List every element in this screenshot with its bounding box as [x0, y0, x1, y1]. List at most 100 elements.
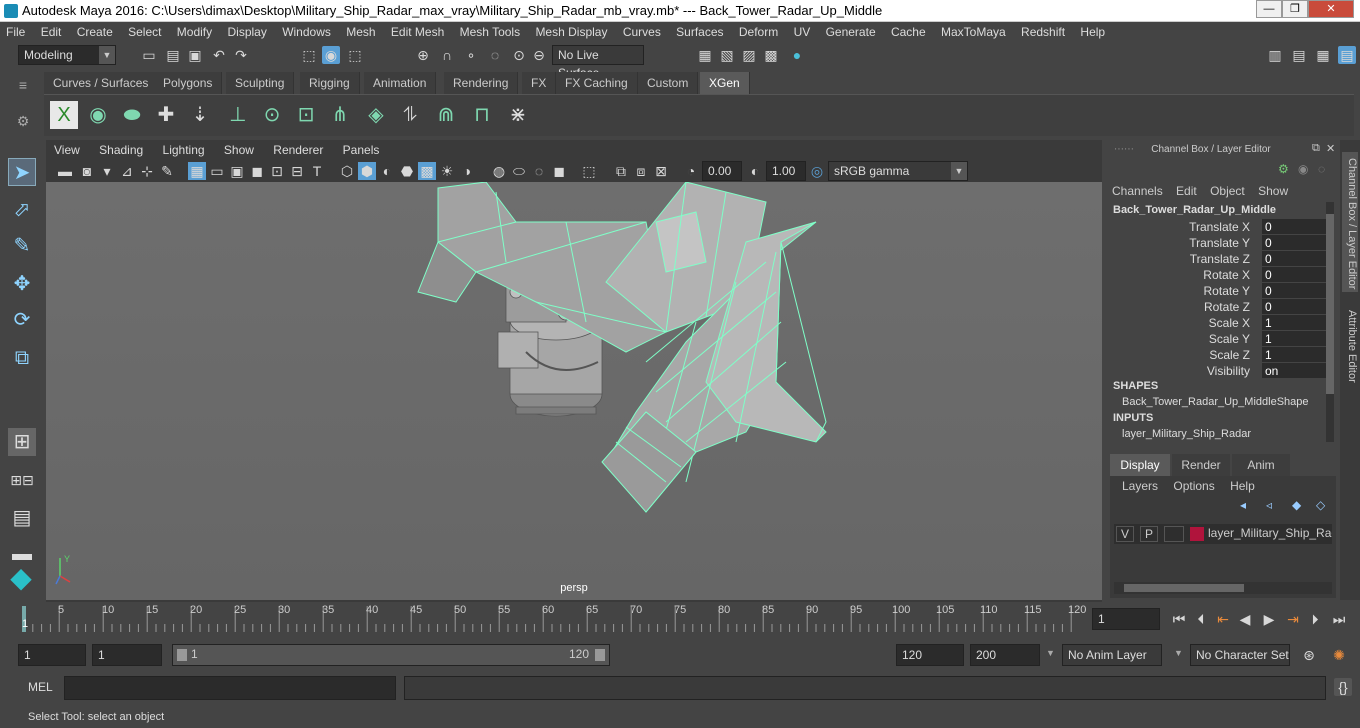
color-space-selector[interactable]: sRGB gamma ▼ — [828, 161, 968, 181]
render-settings-icon[interactable]: ▩ — [762, 46, 780, 64]
channel-scrollbar[interactable] — [1326, 202, 1334, 442]
paint-select-tool-icon[interactable]: ✎ — [8, 232, 36, 260]
shelf-tab-rigging[interactable]: Rigging — [300, 72, 360, 94]
shelf-tab-custom[interactable]: Custom — [638, 72, 699, 94]
side-tab-attribute-editor[interactable]: Attribute Editor — [1342, 310, 1358, 410]
menu-mesh-display[interactable]: Mesh Display — [529, 25, 613, 39]
snap-view-icon[interactable]: ◌ — [486, 46, 504, 64]
redo-icon[interactable]: ↷ — [232, 46, 250, 64]
render-frame-icon[interactable]: ▦ — [696, 46, 714, 64]
channel-scale-y[interactable]: Scale Y1 — [1106, 331, 1330, 347]
film-gate-icon[interactable]: ▭ — [208, 162, 226, 180]
xray-active-icon[interactable]: ⧈ — [632, 162, 650, 180]
show-icon[interactable]: ⚙ — [1278, 162, 1289, 176]
vp-menu-lighting[interactable]: Lighting — [155, 143, 213, 157]
playback-start-field[interactable]: 1 — [92, 644, 162, 666]
camera-select-icon[interactable]: ▬ — [56, 162, 74, 180]
exposure-icon[interactable]: ◔ — [682, 162, 700, 180]
snap-live-icon[interactable]: ⊖ — [530, 46, 548, 64]
two-d-pan-icon[interactable]: ⊹ — [138, 162, 156, 180]
channel-visibility[interactable]: Visibility on — [1106, 363, 1330, 379]
menu-curves[interactable]: Curves — [617, 25, 667, 39]
undo-icon[interactable]: ↶ — [210, 46, 228, 64]
menu-surfaces[interactable]: Surfaces — [670, 25, 729, 39]
layer-tab-display[interactable]: Display — [1110, 454, 1170, 476]
menu-select[interactable]: Select — [122, 25, 167, 39]
scrollbar-thumb[interactable] — [1124, 584, 1244, 592]
scrollbar-thumb[interactable] — [1326, 214, 1334, 394]
step-back-key-icon[interactable]: ⇤ — [1214, 610, 1232, 628]
step-forward-frame-icon[interactable]: ⏵ — [1306, 610, 1324, 628]
channel-rotate-x[interactable]: Rotate X0 — [1106, 267, 1330, 283]
shelf-tab-polygons[interactable]: Polygons — [154, 72, 223, 94]
gamma-field[interactable]: 1.00 — [766, 161, 806, 181]
attribute-editor-toggle-icon[interactable]: ▤ — [1290, 46, 1308, 64]
snap-curve-icon[interactable]: ∩ — [438, 46, 456, 64]
script-editor-icon[interactable]: {} — [1334, 678, 1352, 696]
range-handle-end[interactable] — [595, 649, 605, 661]
gamma-icon[interactable]: ◐ — [746, 162, 764, 180]
shelf-tab-sculpting[interactable]: Sculpting — [226, 72, 295, 94]
channel-translate-x[interactable]: Translate X0 — [1106, 219, 1330, 235]
layer-playback-toggle[interactable]: P — [1140, 526, 1158, 542]
move-layer-down-icon[interactable]: ◃ — [1266, 498, 1272, 512]
menu-mesh[interactable]: Mesh — [340, 25, 381, 39]
move-tool-icon[interactable]: ✥ — [8, 270, 36, 298]
modeling-toolkit-icon[interactable]: ▥ — [1266, 46, 1284, 64]
chevron-down-icon[interactable]: ▼ — [1174, 648, 1183, 658]
snap-grid-icon[interactable]: ⊕ — [414, 46, 432, 64]
range-handle-start[interactable] — [177, 649, 187, 661]
safe-title-icon[interactable]: T — [308, 162, 326, 180]
xgen-move-guide-icon[interactable]: ⇣ — [186, 101, 214, 129]
step-forward-key-icon[interactable]: ⇥ — [1284, 610, 1302, 628]
field-chart-icon[interactable]: ⊡ — [268, 162, 286, 180]
default-material-icon[interactable]: ◐ — [378, 162, 396, 180]
mel-label[interactable]: MEL — [28, 680, 53, 694]
xgen-bend-icon[interactable]: ⥮ — [396, 101, 424, 129]
scale-tool-icon[interactable]: ⧉ — [8, 344, 36, 372]
xgen-guides-delete-icon[interactable]: ⋇ — [504, 101, 532, 129]
shelf-tab-fx-caching[interactable]: FX Caching — [556, 72, 638, 94]
channel-scale-z[interactable]: Scale Z1 — [1106, 347, 1330, 363]
layer-menu-layers[interactable]: Layers — [1122, 479, 1158, 493]
wireframe-icon[interactable]: ⬡ — [338, 162, 356, 180]
motion-blur-icon[interactable]: ⬭ — [510, 162, 528, 180]
tool-settings-toggle-icon[interactable]: ▦ — [1314, 46, 1332, 64]
xgen-guide-add-icon[interactable]: ⊥ — [224, 101, 252, 129]
float-panel-icon[interactable]: ⧉ — [1312, 142, 1326, 156]
new-layer-selected-icon[interactable]: ◇ — [1316, 498, 1325, 512]
exposure-field[interactable]: 0.00 — [702, 161, 742, 181]
channel-filter-icon[interactable]: ◉ — [1298, 162, 1308, 176]
menu-cache[interactable]: Cache — [885, 25, 932, 39]
step-back-frame-icon[interactable]: ⏴ — [1192, 610, 1210, 628]
channel-rotate-z[interactable]: Rotate Z0 — [1106, 299, 1330, 315]
rotate-tool-icon[interactable]: ⟳ — [8, 306, 36, 334]
ipr-render-icon[interactable]: ▨ — [740, 46, 758, 64]
grease-pencil-icon[interactable]: ✎ — [158, 162, 176, 180]
wireframe-on-shaded-icon[interactable]: ⬣ — [398, 162, 416, 180]
image-plane-icon[interactable]: ⊿ — [118, 162, 136, 180]
layer-tab-anim[interactable]: Anim — [1232, 454, 1290, 476]
shelf-tab-animation[interactable]: Animation — [364, 72, 437, 94]
menu-create[interactable]: Create — [71, 25, 119, 39]
menu-redshift[interactable]: Redshift — [1015, 25, 1071, 39]
outliner-layout-icon[interactable]: ▤ — [8, 504, 36, 532]
safe-action-icon[interactable]: ⊟ — [288, 162, 306, 180]
auto-key-icon[interactable]: ⊛ — [1300, 646, 1318, 664]
side-tab-channel-box[interactable]: Channel Box / Layer Editor — [1342, 152, 1358, 292]
four-view-layout-icon[interactable]: ⊞⊟ — [8, 466, 36, 494]
menu-mesh-tools[interactable]: Mesh Tools — [454, 25, 526, 39]
vp-menu-show[interactable]: Show — [216, 143, 262, 157]
end-time-field[interactable]: 200 — [970, 644, 1040, 666]
start-time-field[interactable]: 1 — [18, 644, 86, 666]
layer-color-swatch[interactable] — [1190, 527, 1204, 541]
channel-rotate-y[interactable]: Rotate Y0 — [1106, 283, 1330, 299]
layer-menu-options[interactable]: Options — [1173, 479, 1214, 493]
smooth-shade-icon[interactable]: ⬢ — [358, 162, 376, 180]
xgen-guide-visibility-icon[interactable]: ⊙ — [258, 101, 286, 129]
new-layer-icon[interactable]: ◆ — [1292, 498, 1301, 512]
channel-sync-icon[interactable]: ◌ — [1318, 162, 1325, 176]
menu-file[interactable]: File — [0, 25, 31, 39]
channel-scale-x[interactable]: Scale X1 — [1106, 315, 1330, 331]
play-backwards-icon[interactable]: ◀ — [1236, 610, 1254, 628]
